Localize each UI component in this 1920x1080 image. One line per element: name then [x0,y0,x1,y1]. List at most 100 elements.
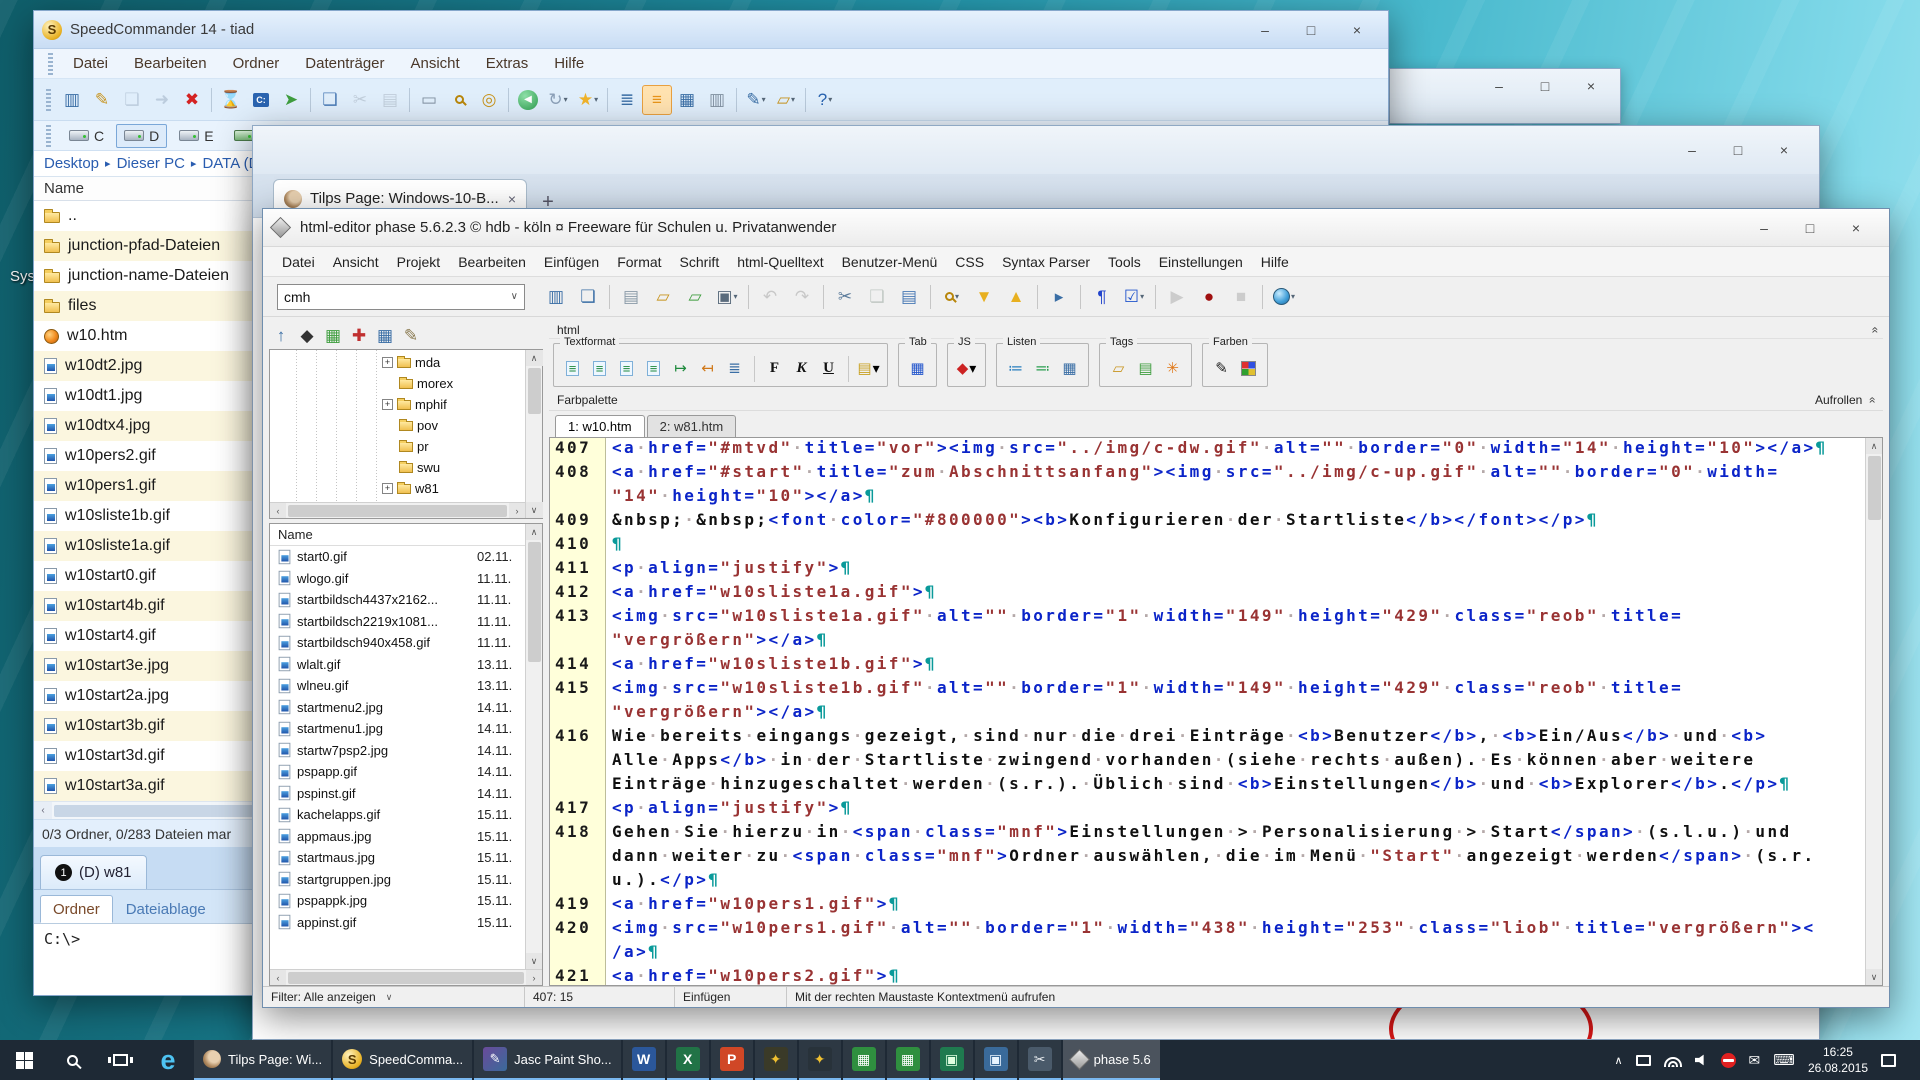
mail-icon[interactable]: ✉ [1749,1052,1761,1069]
drive-item-d[interactable]: D [116,124,167,148]
breadcrumb-item[interactable]: Desktop [44,155,99,172]
code-line[interactable]: 410¶ [550,534,1865,558]
panel-tab-ordner[interactable]: Ordner [40,895,113,923]
menu-item-datei[interactable]: Datei [61,52,120,75]
toolbar-grip[interactable] [46,125,51,147]
list-item[interactable]: start0.gif02.11. [270,546,525,568]
tree-item-swu[interactable]: swu [270,457,525,478]
tray-overflow-chevron-icon[interactable]: ∧ [1614,1054,1622,1067]
favorites-icon[interactable]: ★▾ [573,85,603,115]
scroll-right-icon[interactable]: › [509,503,525,519]
minimize-icon[interactable]: – [1669,137,1715,163]
maximize-icon[interactable]: □ [1715,137,1761,163]
taskbar-item-paintshop[interactable]: ✎Jasc Paint Sho... [474,1040,621,1080]
def-list-icon[interactable]: ▦ [1057,357,1082,381]
edit-file-icon[interactable]: ✎ [87,85,117,115]
expand-icon[interactable]: + [382,357,393,368]
code-line[interactable]: "vergrößern"></a>¶ [550,630,1865,654]
list-item[interactable]: startw7psp2.jpg14.11. [270,740,525,762]
duplicate-icon[interactable]: ❏ [573,282,603,312]
search-icon[interactable]: ▾ [937,282,967,312]
taskbar-item-speedcommander[interactable]: SSpeedComma... [333,1040,472,1080]
filter-status[interactable]: Filter: Alle anzeigen∨ [263,987,525,1007]
copy-clipboard-icon[interactable]: ❏ [315,85,345,115]
tab-close-icon[interactable]: × [508,191,516,207]
close-icon[interactable]: × [1334,17,1380,43]
list-item[interactable]: wlneu.gif13.11. [270,675,525,697]
code-vertical-scrollbar[interactable]: ∧ ∨ [1865,438,1882,985]
menu-item-einstellungen[interactable]: Einstellungen [1150,250,1252,274]
grid-icon[interactable]: ▦ [373,323,397,347]
back-icon[interactable]: ◀ [513,85,543,115]
list-item[interactable]: appmaus.jpg15.11. [270,826,525,848]
paste-icon[interactable]: ▤ [894,282,924,312]
taskbar-item-word[interactable]: W [623,1040,665,1080]
aufrollen-button[interactable]: Aufrollen » [1815,393,1875,407]
menu-item-datei[interactable]: Datei [273,250,324,274]
goto-folder-icon[interactable]: ▱▾ [771,85,801,115]
document-tab[interactable]: 2: w81.htm [647,415,737,437]
expand-icon[interactable]: + [382,483,393,494]
list-item[interactable]: startbildsch2219x1081...11.11. [270,611,525,633]
code-line[interactable]: "14"·height="10"></a>¶ [550,486,1865,510]
tree-horizontal-scrollbar[interactable]: ‹ › [270,502,525,518]
scrollbar-thumb[interactable] [528,368,541,414]
align-right-icon[interactable]: ≡ [614,357,639,381]
cut-icon[interactable]: ✂ [830,282,860,312]
scrollbar-thumb[interactable] [1868,456,1881,520]
close-icon[interactable]: × [1761,137,1807,163]
minimize-icon[interactable]: – [1242,17,1288,43]
ol-list-icon[interactable]: ≕ [1030,357,1055,381]
menu-item-tools[interactable]: Tools [1099,250,1150,274]
drive-item-c[interactable]: C [61,124,112,148]
list-item[interactable]: pspappk.jpg15.11. [270,890,525,912]
menu-item-benutzer-men-[interactable]: Benutzer-Menü [833,250,947,274]
tree-item-w81[interactable]: +w81 [270,478,525,499]
menu-item-ansicht[interactable]: Ansicht [399,52,472,75]
undo-icon[interactable]: ↶ [755,282,785,312]
tree-item-pov[interactable]: pov [270,415,525,436]
panel-tab-dateiablage[interactable]: Dateiablage [113,895,219,923]
collapse-panel-icon[interactable]: « [1869,326,1883,333]
quick-access-icon[interactable]: ➤ [276,85,306,115]
special-chars-icon[interactable]: ✳ [1160,357,1185,381]
minimize-icon[interactable]: – [1741,215,1787,241]
code-line[interactable]: "vergrößern"></a>¶ [550,702,1865,726]
open-project-icon[interactable]: ▱ [680,282,710,312]
taskbar-item-phase[interactable]: phase 5.6 [1063,1040,1160,1080]
maximize-icon[interactable]: □ [1288,17,1334,43]
view-file-icon[interactable]: ▥ [57,85,87,115]
document-tab[interactable]: 1: w10.htm [555,415,645,437]
code-line[interactable]: 416Wie·bereits·eingangs·gezeigt,·sind·nu… [550,726,1865,750]
start-button[interactable] [0,1040,48,1080]
command-line-icon[interactable]: C: [246,85,276,115]
menu-item-projekt[interactable]: Projekt [388,250,450,274]
close-icon[interactable]: × [1568,73,1614,99]
tree-view-icon[interactable]: ≣ [612,85,642,115]
validate-icon[interactable]: ☑▾ [1119,282,1149,312]
insert-script-icon[interactable]: ◆▾ [954,357,979,381]
edit-tags-icon[interactable]: ▤ [1133,357,1158,381]
taskbar-item-app-green[interactable]: ▣ [931,1040,973,1080]
menu-item-hilfe[interactable]: Hilfe [1252,250,1298,274]
browser-preview-icon[interactable]: ▾ [1269,282,1299,312]
color-palette-icon[interactable] [1236,357,1261,381]
scroll-left-icon[interactable]: ‹ [270,970,286,986]
drive-item-e[interactable]: E [171,124,221,148]
taskbar-item-snipping[interactable]: ✂ [1019,1040,1061,1080]
text-color-icon[interactable]: ✎ [1209,357,1234,381]
menu-item-schrift[interactable]: Schrift [671,250,729,274]
list-vertical-scrollbar[interactable]: ∧ ∨ [525,524,542,969]
ul-list-icon[interactable]: ≔ [1003,357,1028,381]
menu-item-syntax-parser[interactable]: Syntax Parser [993,250,1099,274]
code-line[interactable]: 407<a·href="#mtvd"·title="vor"><img·src=… [550,438,1865,462]
menu-item-datentr-ger[interactable]: Datenträger [293,52,396,75]
list-item[interactable]: startbildsch940x458.gif11.11. [270,632,525,654]
code-line[interactable]: 421<a·href="w10pers2.gif">¶ [550,966,1865,985]
align-left-icon[interactable]: ≡ [560,357,585,381]
menu-item-ansicht[interactable]: Ansicht [324,250,388,274]
taskbar-search-button[interactable] [48,1040,96,1080]
list-header[interactable]: Name [270,524,525,546]
export-icon[interactable]: ✎ [399,323,423,347]
maximize-icon[interactable]: □ [1787,215,1833,241]
